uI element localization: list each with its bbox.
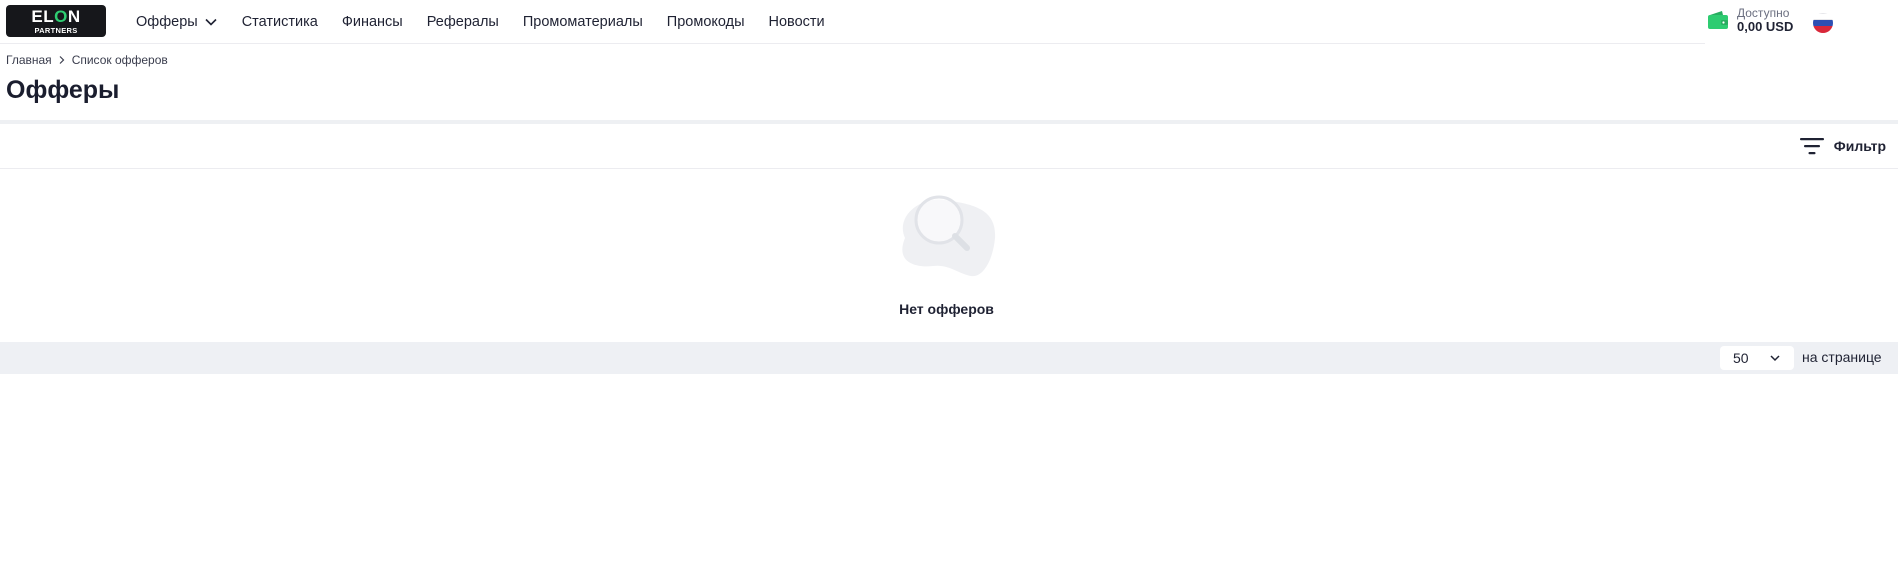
nav-item-referrals[interactable]: Рефералы xyxy=(427,14,499,30)
pagination-bar: 50 на странице xyxy=(0,342,1898,374)
header-divider xyxy=(0,43,1705,44)
logo-wordmark: ELON xyxy=(31,7,81,26)
elon-partners-logo[interactable]: ELON PARTNERS xyxy=(6,5,106,37)
nav-item-promo-materials[interactable]: Промоматериалы xyxy=(523,14,643,30)
nav-item-news[interactable]: Новости xyxy=(769,14,825,30)
chevron-right-icon xyxy=(59,56,65,64)
chevron-down-icon xyxy=(205,18,217,26)
balance-value: 0,00 USD xyxy=(1737,19,1794,34)
breadcrumb: Главная Список офферов xyxy=(6,53,168,67)
russia-flag-icon[interactable] xyxy=(1813,13,1833,33)
balance-label: Доступно xyxy=(1737,6,1790,20)
main-nav: Офферы Статистика Финансы Рефералы Промо… xyxy=(136,0,849,43)
top-header: ELON PARTNERS Офферы Статистика Финансы … xyxy=(0,0,1898,43)
filter-bar: Фильтр xyxy=(0,124,1898,169)
logo-subtitle: PARTNERS xyxy=(34,26,78,35)
per-page-value: 50 xyxy=(1733,350,1749,366)
nav-item-label: Офферы xyxy=(136,13,198,30)
page-title: Офферы xyxy=(6,76,120,104)
nav-item-statistics[interactable]: Статистика xyxy=(242,14,318,30)
chevron-down-icon xyxy=(1770,355,1780,362)
per-page-label: на странице xyxy=(1802,349,1882,365)
balance-widget[interactable]: Доступно 0,00 USD xyxy=(1707,6,1793,34)
nav-item-finances[interactable]: Финансы xyxy=(342,14,403,30)
breadcrumb-current: Список офферов xyxy=(71,53,168,67)
wallet-icon xyxy=(1708,11,1728,29)
nav-item-offers[interactable]: Офферы xyxy=(136,14,218,30)
empty-state-text: Нет офферов xyxy=(899,301,994,317)
breadcrumb-home-link[interactable]: Главная xyxy=(6,53,52,67)
filter-icon xyxy=(1799,138,1824,155)
per-page-select[interactable]: 50 xyxy=(1720,346,1794,370)
nav-item-promocodes[interactable]: Промокоды xyxy=(667,14,745,30)
filter-label: Фильтр xyxy=(1833,138,1886,154)
filter-button[interactable]: Фильтр xyxy=(1799,136,1886,156)
magnifier-icon xyxy=(902,195,996,277)
